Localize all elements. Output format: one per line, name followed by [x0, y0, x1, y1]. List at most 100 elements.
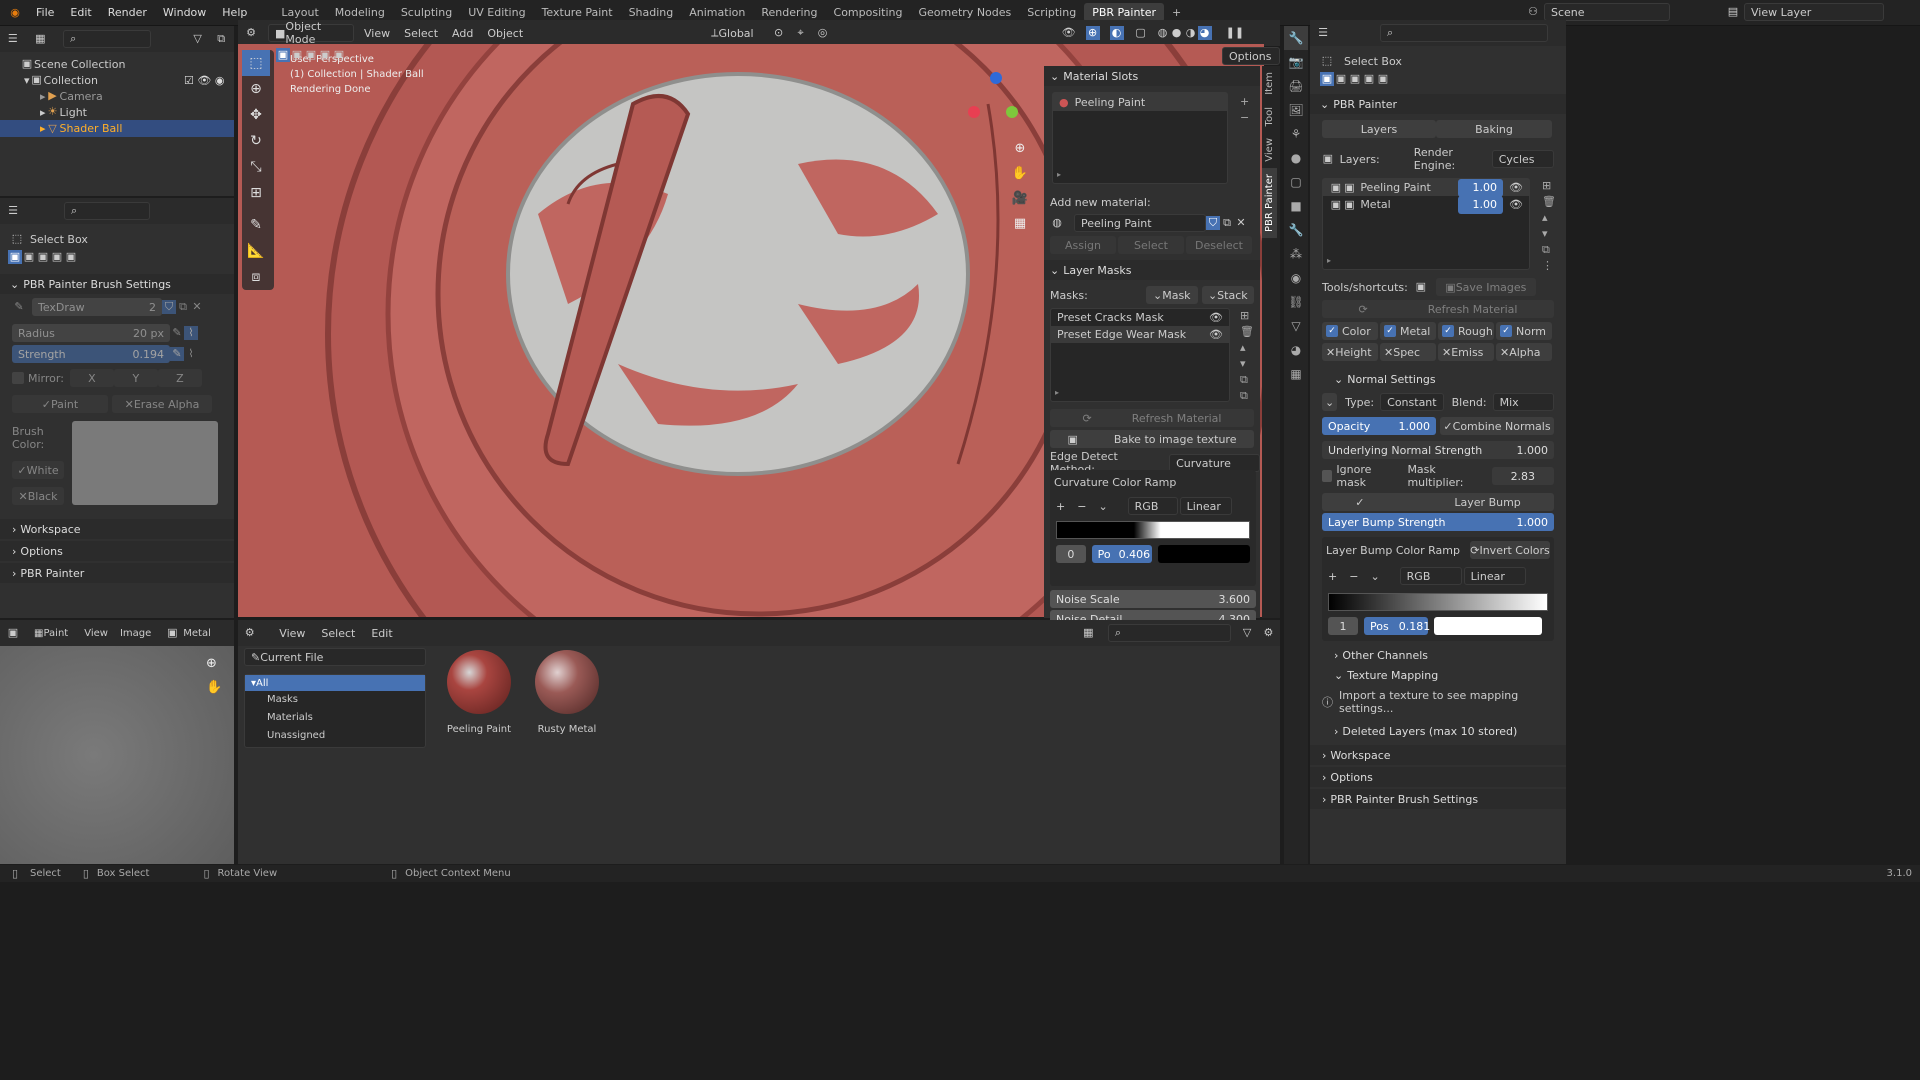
delete-mask-icon[interactable]: 🗑 [1240, 324, 1254, 340]
viewport-menu-view[interactable]: View [364, 27, 390, 40]
menu-window[interactable]: Window [155, 6, 214, 19]
pbr-painter-header[interactable]: ⌄ PBR Painter [1310, 94, 1566, 114]
display-mode-icon[interactable]: ▦ [34, 32, 48, 46]
selection-mode-buttons[interactable]: ▣ ▣ ▣ ▣ ▣ [0, 248, 234, 266]
combine-normals-toggle[interactable]: ✓ Combine Normals [1440, 417, 1554, 435]
mode-subtract-icon[interactable]: ▣ [36, 250, 50, 264]
ramp-menu-icon[interactable]: ⌄ [1098, 500, 1107, 513]
display-mode-icon[interactable]: ▦ [1083, 626, 1094, 640]
paste-icon[interactable]: ⧉ [1240, 388, 1254, 404]
eye-icon[interactable]: 👁 [1509, 198, 1523, 211]
brush-color-swatch[interactable] [72, 421, 218, 505]
editor-type-icon[interactable]: ⚙ [244, 626, 255, 640]
asset-tile[interactable]: Peeling Paint [444, 650, 514, 735]
constraints-tab-icon[interactable]: ⛓ [1284, 290, 1308, 314]
channel-height-toggle[interactable]: ✕ Height [1322, 343, 1378, 361]
ramp-color-swatch[interactable] [1434, 617, 1542, 635]
noise-scale-field[interactable]: Noise Scale 3.600 [1050, 590, 1256, 608]
pan-icon[interactable]: ✋ [206, 676, 222, 700]
tab-pbr-painter[interactable]: PBR Painter [1262, 167, 1277, 238]
ramp-menu-icon[interactable]: ⌄ [1370, 570, 1379, 583]
material-tab-icon[interactable]: ◕ [1284, 338, 1308, 362]
layer-opacity[interactable]: 1.00 [1457, 195, 1504, 214]
bake-button[interactable]: ▣ Bake to image texture [1050, 430, 1254, 448]
gizmo-icon[interactable]: ⊕ [1085, 26, 1100, 40]
radius-pressure-icon[interactable]: ⌇ [184, 326, 198, 340]
section-options[interactable]: › Options [1310, 767, 1566, 787]
viewport-menu-add[interactable]: Add [452, 27, 473, 40]
duplicate-icon[interactable]: ⧉ [1220, 216, 1234, 230]
mode-extend-icon[interactable]: ▣ [290, 48, 304, 62]
layer-masks-header[interactable]: ⌄ Layer Masks [1044, 260, 1260, 280]
particles-tab-icon[interactable]: ⁂ [1284, 242, 1308, 266]
mask-button[interactable]: ⌄ Mask [1145, 286, 1198, 304]
editor-type-icon[interactable]: ☰ [6, 204, 20, 218]
output-tab-icon[interactable]: 🖨 [1284, 74, 1308, 98]
stack-button[interactable]: ⌄ Stack [1201, 286, 1254, 304]
editor-type-icon[interactable]: ⚙ [244, 26, 258, 40]
orientation-dropdown[interactable]: ⟂ Global [711, 26, 753, 40]
camera-view-icon[interactable]: 🎥 [1010, 186, 1030, 211]
outliner-item-light[interactable]: ▸ ☀ Light [20, 104, 234, 120]
measure-icon[interactable]: 📐 [242, 238, 270, 264]
section-options[interactable]: › Options [0, 541, 234, 561]
brush-name-field[interactable]: TexDraw 2 [32, 298, 162, 316]
object-tab-icon[interactable]: ■ [1284, 194, 1308, 218]
zoom-icon[interactable]: ⊕ [1010, 136, 1030, 161]
mode-intersect-icon[interactable]: ▣ [1376, 72, 1390, 86]
ramp-mode-dropdown[interactable]: RGB [1399, 567, 1462, 585]
catalog-materials[interactable]: Materials [245, 709, 425, 727]
ramp-stop-index[interactable]: 0 [1056, 545, 1086, 563]
mirror-checkbox[interactable] [12, 372, 24, 384]
mode-invert-icon[interactable]: ▣ [318, 48, 332, 62]
ramp-interp-dropdown[interactable]: Linear [1179, 497, 1232, 515]
invert-colors-button[interactable]: ⟳ Invert Colors [1470, 541, 1550, 559]
remove-stop-icon[interactable]: − [1077, 500, 1086, 513]
channel-color-toggle[interactable]: ✓ Color [1322, 322, 1378, 340]
type-dropdown[interactable]: Constant [1380, 393, 1444, 411]
unlink-icon[interactable]: ✕ [190, 300, 204, 314]
layer-list[interactable]: ▣ ▣ Peeling Paint 1.00 👁 ▣ ▣ Metal 1.00 👁 ▸ [1322, 178, 1530, 270]
mode-invert-icon[interactable]: ▣ [50, 250, 64, 264]
select-button[interactable]: Select [1118, 236, 1184, 254]
ramp-stop-index[interactable]: 1 [1328, 617, 1358, 635]
snap-icon[interactable]: ⌖ [794, 26, 808, 40]
move-down-icon[interactable]: ▾ [1542, 226, 1556, 242]
library-dropdown[interactable]: ✎ Current File [244, 648, 426, 666]
other-channels-header[interactable]: › Other Channels [1310, 645, 1566, 665]
shading-solid-icon[interactable]: ● [1170, 26, 1184, 40]
cursor-icon[interactable]: ⊕ [242, 76, 270, 102]
mode-new-icon[interactable]: ▣ [1320, 72, 1334, 86]
editor-type-icon[interactable]: ☰ [1316, 26, 1330, 40]
filter-icon[interactable]: ▽ [1241, 626, 1252, 640]
opacity-field[interactable]: Opacity 1.000 [1322, 417, 1436, 435]
asset-menu-select[interactable]: Select [321, 627, 355, 640]
copy-icon[interactable]: ⧉ [1240, 372, 1254, 388]
pressure-icon[interactable]: ✎ [170, 326, 184, 340]
white-button[interactable]: ✓ White [12, 461, 64, 479]
tools-image-icon[interactable]: ▣ [1414, 280, 1428, 294]
deselect-button[interactable]: Deselect [1186, 236, 1252, 254]
image-canvas[interactable] [0, 646, 234, 864]
view-layer-field[interactable]: View Layer [1744, 3, 1884, 21]
add-slot-icon[interactable]: + [1240, 94, 1249, 110]
move-down-icon[interactable]: ▾ [1240, 356, 1254, 372]
erase-alpha-button[interactable]: ✕ Erase Alpha [112, 395, 212, 413]
mask-item[interactable]: Preset Edge Wear Mask 👁 [1051, 326, 1229, 343]
section-workspace[interactable]: › Workspace [0, 519, 234, 539]
filter-icon[interactable]: ▽ [191, 32, 205, 46]
paint-mode-dropdown[interactable]: ▦ Paint [34, 628, 68, 639]
tab-item[interactable]: Item [1262, 66, 1277, 101]
menu-edit[interactable]: Edit [62, 6, 99, 19]
navigation-gizmo[interactable] [966, 72, 1026, 132]
rotate-icon[interactable]: ↻ [242, 128, 270, 154]
mode-extend-icon[interactable]: ▣ [22, 250, 36, 264]
section-pbr-painter[interactable]: › PBR Painter [0, 563, 234, 583]
properties-search-input[interactable]: ⌕ [1380, 24, 1548, 42]
editor-type-icon[interactable]: ▣ [6, 626, 20, 640]
annotate-icon[interactable]: ✎ [242, 212, 270, 238]
new-collection-icon[interactable]: ⧉ [214, 32, 228, 46]
mode-dropdown[interactable]: ■ Object Mode [268, 20, 354, 46]
mirror-y-button[interactable]: Y [113, 369, 158, 387]
image-menu-view[interactable]: View [84, 628, 108, 639]
